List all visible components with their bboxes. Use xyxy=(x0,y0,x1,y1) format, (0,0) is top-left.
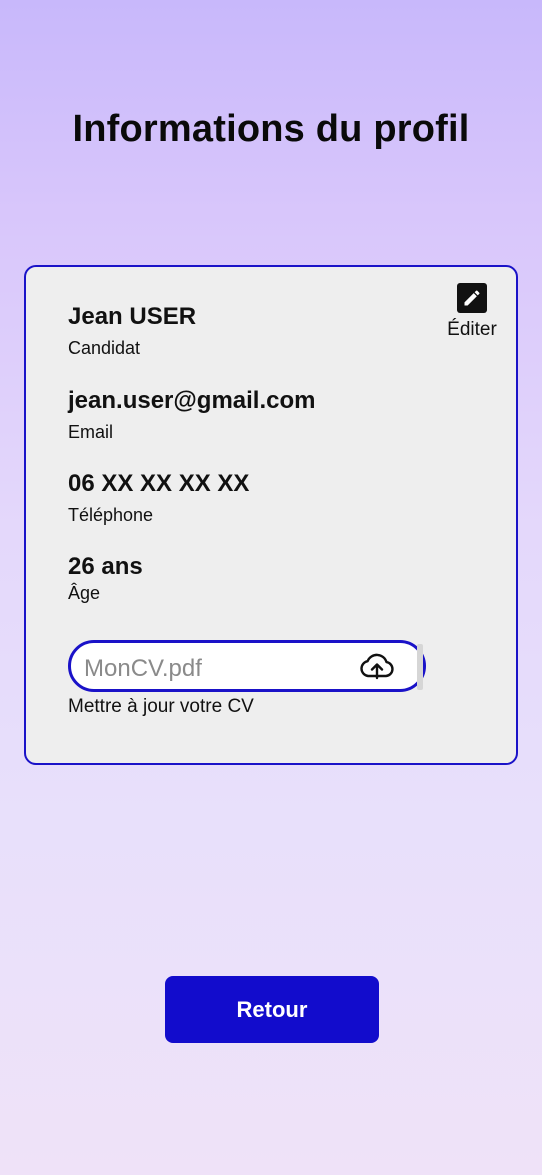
phone-value: 06 XX XX XX XX xyxy=(68,470,250,497)
phone-field: 06 XX XX XX XX Téléphone xyxy=(68,470,249,526)
cv-upload-scrollbar[interactable] xyxy=(417,644,423,690)
cv-upload-input[interactable]: MonCV.pdf xyxy=(68,640,426,692)
email-field: jean.user@gmail.com Email xyxy=(68,387,316,443)
page-title: Informations du profil xyxy=(72,108,470,150)
phone-label: Téléphone xyxy=(68,505,154,525)
cv-upload-caption: Mettre à jour votre CV xyxy=(68,696,254,717)
name-label: Candidat xyxy=(68,338,141,358)
age-label: Âge xyxy=(68,583,101,603)
name-value: Jean USER xyxy=(68,303,197,330)
edit-label[interactable]: Éditer xyxy=(447,319,497,340)
cv-upload-placeholder: MonCV.pdf xyxy=(84,655,202,682)
profile-card: Éditer Jean USER Candidat jean.user@gmai… xyxy=(24,265,518,765)
pencil-icon[interactable] xyxy=(457,283,487,313)
age-value: 26 ans xyxy=(68,553,143,580)
cloud-upload-icon[interactable] xyxy=(359,652,395,680)
age-field: 26 ans Âge xyxy=(68,553,143,604)
email-value: jean.user@gmail.com xyxy=(68,387,316,414)
edit-button[interactable]: Éditer xyxy=(442,283,502,341)
name-field: Jean USER Candidat xyxy=(68,303,196,359)
back-button[interactable]: Retour xyxy=(165,976,379,1043)
email-label: Email xyxy=(68,422,114,442)
